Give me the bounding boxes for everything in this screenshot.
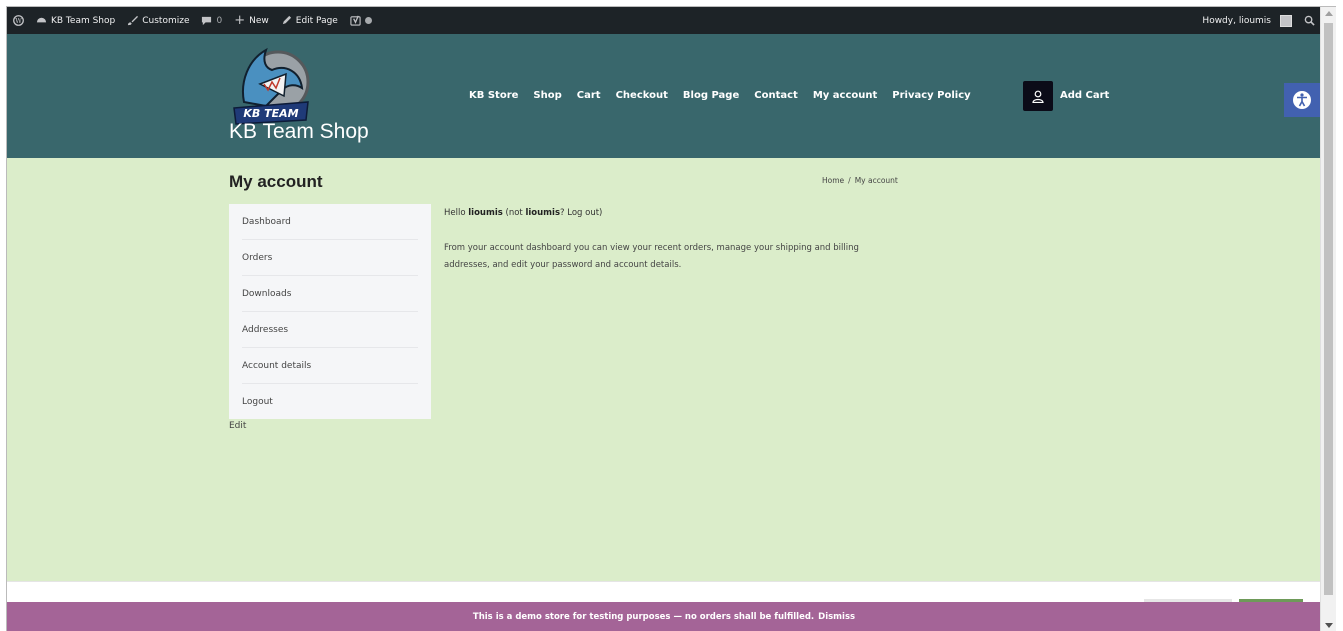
account-navigation: Dashboard Orders Downloads Addresses Acc… — [229, 204, 431, 419]
new-content-button[interactable]: + New — [228, 7, 275, 34]
wordpress-icon: W — [13, 15, 24, 26]
close-paren: ) — [599, 208, 603, 218]
paintbrush-icon — [128, 15, 139, 26]
logo-text: KB TEAM — [243, 107, 298, 120]
nav-shop[interactable]: Shop — [533, 90, 561, 101]
seo-menu-button[interactable] — [344, 7, 378, 34]
customize-button[interactable]: Customize — [121, 7, 195, 34]
hello-message: Hello lioumis (not lioumis? Log out) — [444, 208, 602, 218]
user-icon — [1032, 90, 1044, 103]
vertical-scrollbar[interactable] — [1320, 7, 1336, 631]
search-icon — [1304, 15, 1315, 26]
comments-count: 0 — [216, 15, 223, 26]
site-title[interactable]: KB Team Shop — [229, 120, 369, 144]
site-name-button[interactable]: KB Team Shop — [30, 7, 121, 34]
nav-contact[interactable]: Contact — [754, 90, 798, 101]
account-nav-addresses[interactable]: Addresses — [242, 312, 418, 348]
nav-kb-store[interactable]: KB Store — [469, 90, 518, 101]
account-nav-downloads[interactable]: Downloads — [242, 276, 418, 312]
dashboard-description: From your account dashboard you can view… — [444, 243, 859, 270]
admin-bar: W KB Team Shop Customize 0 + New Edit Pa… — [7, 7, 1321, 34]
breadcrumb: Home / My account — [822, 176, 898, 185]
account-user-button[interactable] — [1023, 81, 1053, 111]
nav-checkout[interactable]: Checkout — [616, 90, 668, 101]
demo-notice-text: This is a demo store for testing purpose… — [472, 612, 815, 622]
account-nav-orders[interactable]: Orders — [242, 240, 418, 276]
svg-text:W: W — [15, 17, 22, 25]
breadcrumb-home[interactable]: Home — [822, 176, 844, 185]
page-title: My account — [229, 172, 323, 191]
nav-my-account[interactable]: My account — [813, 90, 877, 101]
accessibility-toolbar-button[interactable] — [1284, 83, 1320, 117]
nav-cart[interactable]: Cart — [577, 90, 601, 101]
username-repeat: lioumis — [525, 208, 561, 218]
account-nav-logout[interactable]: Logout — [242, 384, 418, 420]
site-logo[interactable]: KB TEAM — [226, 44, 316, 126]
plus-icon: + — [234, 13, 246, 28]
site-name-label: KB Team Shop — [51, 15, 116, 26]
avatar — [1280, 14, 1292, 27]
scroll-up-arrow-icon[interactable] — [1325, 11, 1333, 16]
username: lioumis — [468, 208, 503, 218]
my-account-menu[interactable]: Howdy, lioumis — [1196, 7, 1298, 34]
scroll-down-arrow-icon[interactable] — [1325, 623, 1333, 628]
breadcrumb-current: My account — [854, 176, 898, 185]
new-label: New — [249, 15, 269, 26]
edit-page-label: Edit Page — [295, 15, 338, 26]
add-cart-link[interactable]: Add Cart — [1060, 90, 1109, 101]
scrollbar-thumb[interactable] — [1324, 23, 1333, 595]
breadcrumb-separator: / — [848, 176, 851, 185]
nav-privacy-policy[interactable]: Privacy Policy — [892, 90, 970, 101]
pencil-icon — [282, 15, 291, 25]
shark-logo-icon: KB TEAM — [233, 47, 310, 125]
site-header: KB TEAM KB Team Shop KB Store Shop Cart … — [7, 34, 1321, 158]
customize-label: Customize — [142, 15, 190, 26]
dashboard-gauge-icon — [36, 17, 47, 23]
wordpress-logo-button[interactable]: W — [7, 7, 30, 34]
edit-page-link[interactable]: Edit — [229, 421, 246, 431]
accessibility-icon — [1293, 91, 1311, 109]
not-prefix: (not — [502, 208, 526, 218]
yoast-icon — [350, 15, 361, 26]
hello-prefix: Hello — [444, 208, 469, 218]
admin-search-button[interactable] — [1298, 7, 1321, 34]
log-out-link[interactable]: Log out — [567, 208, 599, 218]
dismiss-link[interactable]: Dismiss — [818, 612, 855, 622]
comment-bubble-icon — [202, 16, 212, 26]
nav-blog-page[interactable]: Blog Page — [683, 90, 739, 101]
browser-viewport: W KB Team Shop Customize 0 + New Edit Pa… — [6, 6, 1336, 631]
seo-status-dot-icon — [364, 17, 372, 24]
primary-navigation: KB Store Shop Cart Checkout Blog Page Co… — [469, 90, 971, 101]
howdy-label: Howdy, lioumis — [1202, 15, 1271, 26]
comments-button[interactable]: 0 — [195, 7, 228, 34]
demo-store-notice: This is a demo store for testing purpose… — [7, 602, 1321, 631]
account-nav-account-details[interactable]: Account details — [242, 348, 418, 384]
edit-page-button[interactable]: Edit Page — [275, 7, 344, 34]
account-nav-dashboard[interactable]: Dashboard — [242, 204, 418, 240]
